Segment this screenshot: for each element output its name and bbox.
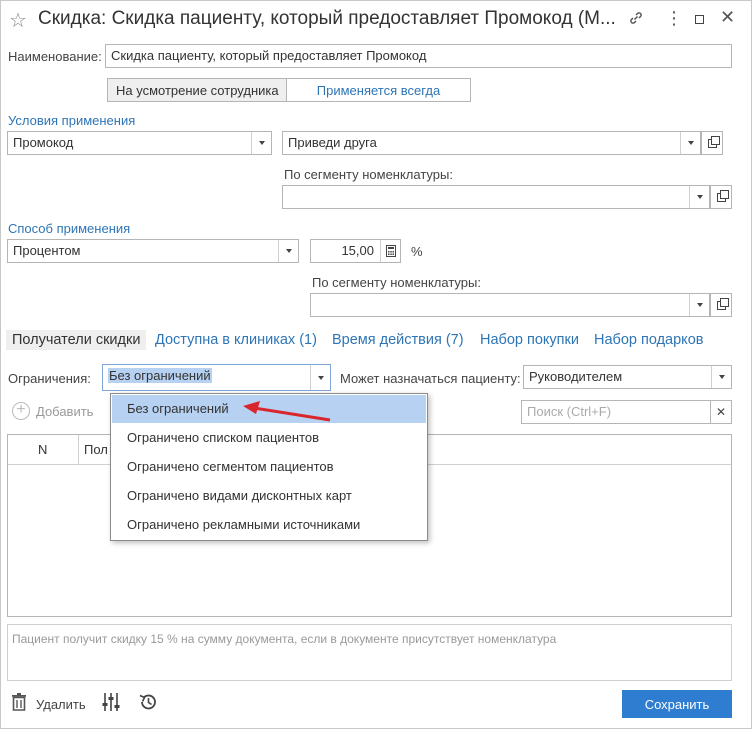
method-value: Процентом (13, 243, 81, 258)
list-item[interactable]: Ограничено видами дисконтных карт (112, 482, 426, 510)
assign-label: Может назначаться пациенту: (340, 371, 521, 386)
maximize-icon[interactable] (695, 15, 704, 24)
settings-sliders-icon[interactable] (101, 692, 121, 715)
trash-icon[interactable] (11, 693, 27, 714)
add-icon: + (12, 402, 30, 420)
name-label: Наименование: (8, 49, 102, 64)
list-item[interactable]: Ограничено рекламными источниками (112, 511, 426, 539)
close-icon[interactable]: ✕ (720, 7, 735, 28)
percent-unit: % (411, 244, 423, 259)
restriction-value: Без ограничений (108, 368, 212, 383)
chevron-down-icon[interactable] (310, 365, 330, 390)
chevron-down-icon[interactable] (278, 240, 298, 262)
method-title: Способ применения (8, 221, 131, 236)
restriction-select[interactable]: Без ограничений (102, 364, 331, 391)
mode-switch[interactable]: На усмотрение сотрудника Применяется все… (107, 78, 471, 102)
chevron-down-icon[interactable] (689, 186, 709, 208)
note-text: Пациент получит скидку 15 % на сумму док… (12, 632, 557, 646)
tab-purchase-set[interactable]: Набор покупки (480, 332, 579, 348)
search-input[interactable]: Поиск (Ctrl+F) (521, 400, 711, 424)
star-icon[interactable]: ☆ (9, 8, 27, 33)
conditions-title: Условия применения (8, 113, 136, 128)
list-item[interactable]: Ограничено сегментом пациентов (112, 453, 426, 481)
promo-value: Приведи друга (288, 135, 377, 150)
amount-value: 15,00 (341, 243, 374, 258)
delete-button[interactable]: Удалить (36, 697, 86, 712)
amount-field[interactable]: 15,00 (310, 239, 401, 263)
open-icon[interactable] (710, 185, 732, 209)
add-button[interactable]: Добавить (36, 404, 93, 419)
method-segment-select[interactable] (310, 293, 710, 317)
segment-select[interactable] (282, 185, 710, 209)
window-title: Скидка: Скидка пациенту, который предост… (38, 8, 616, 29)
history-icon[interactable] (138, 692, 158, 715)
condition-value: Промокод (13, 135, 74, 150)
link-icon[interactable] (628, 10, 644, 31)
tab-recipients[interactable]: Получатели скидки (6, 330, 147, 350)
method-segment-label: По сегменту номенклатуры: (312, 275, 481, 290)
list-item[interactable]: Ограничено списком пациентов (112, 424, 426, 452)
condition-select[interactable]: Промокод (7, 131, 272, 155)
tab-clinics[interactable]: Доступна в клиниках (1) (155, 332, 317, 348)
name-field[interactable]: Скидка пациенту, который предоставляет П… (105, 44, 732, 68)
promo-select[interactable]: Приведи друга (282, 131, 701, 155)
segment-label: По сегменту номенклатуры: (284, 167, 453, 182)
calculator-icon[interactable] (380, 240, 400, 262)
chevron-down-icon[interactable] (689, 294, 709, 316)
assign-select[interactable]: Руководителем (523, 365, 732, 389)
method-select[interactable]: Процентом (7, 239, 299, 263)
tab-gift-set[interactable]: Набор подарков (594, 332, 703, 348)
more-icon[interactable]: ⋮ (665, 8, 683, 29)
mode-option-manual[interactable]: На усмотрение сотрудника (108, 79, 287, 101)
tab-period[interactable]: Время действия (7) (332, 332, 464, 348)
clear-search-icon[interactable]: ✕ (710, 400, 732, 424)
open-icon[interactable] (701, 131, 723, 155)
mode-option-always[interactable]: Применяется всегда (287, 79, 470, 101)
column-header-n[interactable]: N (38, 442, 47, 457)
open-icon[interactable] (710, 293, 732, 317)
restriction-label: Ограничения: (8, 371, 91, 386)
assign-value: Руководителем (529, 369, 623, 384)
save-button[interactable]: Сохранить (622, 690, 732, 718)
chevron-down-icon[interactable] (251, 132, 271, 154)
annotation-arrow-icon (243, 401, 331, 422)
column-header-patient[interactable]: Пол (84, 442, 108, 457)
chevron-down-icon[interactable] (680, 132, 700, 154)
chevron-down-icon[interactable] (711, 366, 731, 388)
